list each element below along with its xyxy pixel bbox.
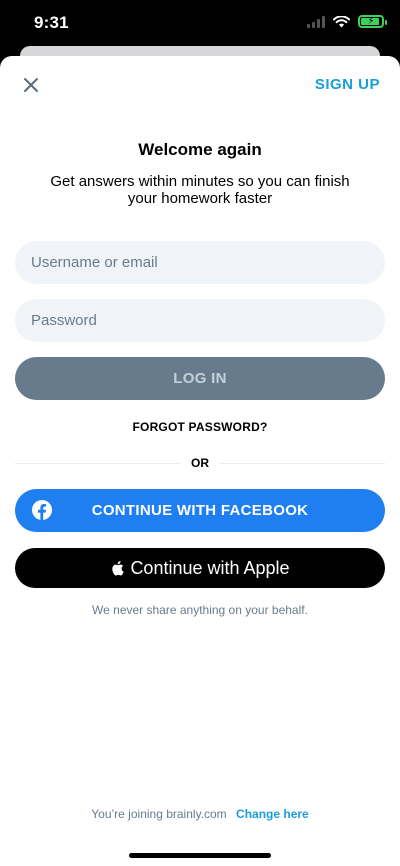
- signup-link[interactable]: SIGN UP: [315, 76, 380, 93]
- apple-icon: [112, 561, 125, 576]
- joining-text: You’re joining brainly.com: [91, 807, 227, 821]
- joining-note: You’re joining brainly.com Change here: [0, 807, 400, 821]
- home-indicator: [129, 853, 271, 858]
- login-button[interactable]: LOG IN: [15, 357, 385, 400]
- username-input[interactable]: [15, 241, 385, 284]
- forgot-password-link[interactable]: FORGOT PASSWORD?: [0, 420, 400, 434]
- privacy-note: We never share anything on your behalf.: [92, 603, 308, 617]
- close-icon: [24, 78, 38, 92]
- status-bar: 9:31 ⚡: [0, 0, 400, 48]
- facebook-button-label: CONTINUE WITH FACEBOOK: [91, 502, 309, 519]
- divider-right: [220, 463, 385, 464]
- signal-icon: [307, 15, 325, 28]
- apple-button-label: Continue with Apple: [130, 557, 290, 578]
- apple-login-button[interactable]: Continue with Apple: [15, 548, 385, 588]
- status-icons: ⚡: [307, 15, 387, 28]
- battery-charging-icon: ⚡: [358, 15, 387, 28]
- status-time: 9:31: [34, 13, 69, 32]
- close-button[interactable]: [18, 72, 44, 98]
- password-input[interactable]: [15, 299, 385, 342]
- facebook-login-button[interactable]: CONTINUE WITH FACEBOOK: [15, 489, 385, 532]
- login-sheet: SIGN UP Welcome again Get answers within…: [0, 56, 400, 866]
- page-subtitle: Get answers within minutes so you can fi…: [50, 173, 350, 207]
- page-title: Welcome again: [138, 140, 262, 159]
- wifi-icon: [333, 15, 350, 27]
- facebook-icon: [32, 500, 52, 520]
- change-site-link[interactable]: Change here: [236, 807, 309, 821]
